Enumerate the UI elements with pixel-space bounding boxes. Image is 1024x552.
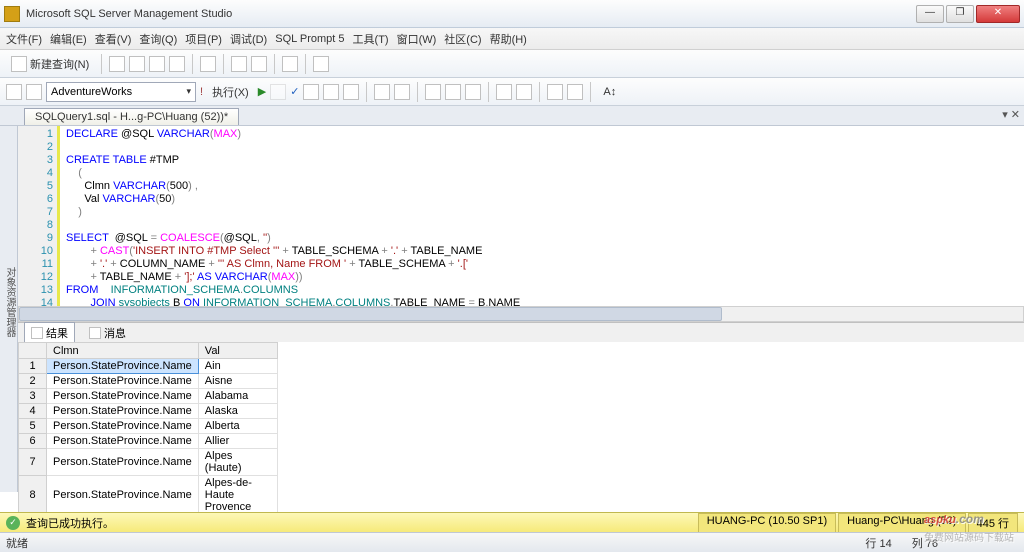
database-selector[interactable]: AdventureWorks [46, 82, 196, 102]
tab-dropdown-icon[interactable]: ▾ [1002, 108, 1008, 121]
results-tabs: 结果 消息 [18, 322, 1024, 342]
case-icon[interactable]: A↕ [598, 83, 621, 101]
indent-icon[interactable] [496, 84, 512, 100]
tab-close-icon[interactable]: ✕ [1011, 108, 1020, 121]
menu-item[interactable]: 查看(V) [95, 31, 132, 47]
grid-icon [31, 327, 43, 339]
editor-hscrollbar[interactable] [18, 306, 1024, 322]
save-all-icon[interactable] [251, 56, 267, 72]
menu-item[interactable]: 工具(T) [353, 31, 389, 47]
column-header[interactable]: Val [198, 343, 277, 359]
line-gutter: 12345678910111213141516 [18, 126, 60, 306]
maximize-button[interactable]: ❐ [946, 5, 974, 23]
ide-status-bar: 就绪 行 14 列 76 [0, 532, 1024, 552]
line-indicator: 行 14 [865, 535, 891, 551]
close-button[interactable]: ✕ [976, 5, 1020, 23]
messages-icon [89, 327, 101, 339]
open-icon[interactable] [200, 56, 216, 72]
toolbar-icon[interactable] [6, 84, 22, 100]
toolbar-icon[interactable] [303, 84, 319, 100]
results-grid-icon[interactable] [425, 84, 441, 100]
object-explorer-collapsed[interactable]: 对象资源管理器 [0, 106, 18, 492]
query-status-bar: ✓ 查询已成功执行。 HUANG-PC (10.50 SP1) Huang-PC… [0, 512, 1024, 532]
titlebar: Microsoft SQL Server Management Studio —… [0, 0, 1024, 28]
run-icon[interactable]: ▶ [258, 85, 266, 98]
results-file-icon[interactable] [465, 84, 481, 100]
toolbar-icon[interactable] [343, 84, 359, 100]
menu-item[interactable]: 窗口(W) [397, 31, 437, 47]
document-tabs: SQLQuery1.sql - H...g-PC\Huang (52))* ▾✕ [0, 106, 1024, 126]
table-row[interactable]: 8Person.StateProvince.NameAlpes-de-Haute… [19, 476, 278, 513]
table-row[interactable]: 4Person.StateProvince.NameAlaska [19, 404, 278, 419]
results-grid[interactable]: ClmnVal1Person.StateProvince.NameAin2Per… [18, 342, 1024, 512]
table-row[interactable]: 6Person.StateProvince.NameAllier [19, 434, 278, 449]
window-title: Microsoft SQL Server Management Studio [26, 8, 916, 20]
menubar: 文件(F) 编辑(E) 查看(V) 查询(Q) 项目(P) 调试(D) SQL Prompt… [0, 28, 1024, 50]
comment-icon[interactable] [547, 84, 563, 100]
minimize-button[interactable]: — [916, 5, 944, 23]
watermark: aspku.com 免费网站源码下载站 [924, 503, 1014, 544]
save-icon[interactable] [231, 56, 247, 72]
toolbar-icon[interactable] [323, 84, 339, 100]
toolbar-icon[interactable] [26, 84, 42, 100]
table-row[interactable]: 7Person.StateProvince.NameAlpes (Haute) [19, 449, 278, 476]
column-header[interactable]: Clmn [47, 343, 199, 359]
tab-results[interactable]: 结果 [24, 322, 75, 344]
outdent-icon[interactable] [516, 84, 532, 100]
toolbar-icon[interactable] [109, 56, 125, 72]
app-icon [4, 6, 20, 22]
menu-item[interactable]: 查询(Q) [139, 31, 177, 47]
success-icon: ✓ [6, 516, 20, 530]
status-server: HUANG-PC (10.50 SP1) [698, 513, 836, 533]
uncomment-icon[interactable] [567, 84, 583, 100]
parse-icon[interactable]: ✓ [290, 85, 299, 98]
main-toolbar: 新建查询(N) [0, 50, 1024, 78]
new-query-button[interactable]: 新建查询(N) [6, 53, 94, 75]
column-header[interactable] [19, 343, 47, 359]
menu-item[interactable]: SQL Prompt 5 [275, 33, 344, 45]
toolbar-icon[interactable] [374, 84, 390, 100]
table-row[interactable]: 1Person.StateProvince.NameAin [19, 359, 278, 374]
new-query-icon [11, 56, 27, 72]
code-editor[interactable]: 12345678910111213141516 DECLARE @SQL VAR… [18, 126, 1024, 306]
menu-item[interactable]: 项目(P) [185, 31, 222, 47]
menu-item[interactable]: 编辑(E) [50, 31, 87, 47]
toolbar-icon[interactable] [394, 84, 410, 100]
code-content[interactable]: DECLARE @SQL VARCHAR(MAX) CREATE TABLE #… [57, 126, 1024, 306]
menu-item[interactable]: 文件(F) [6, 31, 42, 47]
table-row[interactable]: 5Person.StateProvince.NameAlberta [19, 419, 278, 434]
sql-toolbar: AdventureWorks ! 执行(X) ▶ ✓ A↕ [0, 78, 1024, 106]
tab-sqlquery1[interactable]: SQLQuery1.sql - H...g-PC\Huang (52))* [24, 108, 239, 125]
toolbar-icon[interactable] [129, 56, 145, 72]
toolbar-icon[interactable] [282, 56, 298, 72]
menu-item[interactable]: 帮助(H) [490, 31, 527, 47]
results-text-icon[interactable] [445, 84, 461, 100]
toolbar-icon[interactable] [169, 56, 185, 72]
menu-item[interactable]: 调试(D) [230, 31, 267, 47]
status-message: 查询已成功执行。 [26, 515, 114, 531]
table-row[interactable]: 2Person.StateProvince.NameAisne [19, 374, 278, 389]
ready-label: 就绪 [6, 535, 28, 551]
execute-button[interactable]: 执行(X) [207, 81, 254, 103]
table-row[interactable]: 3Person.StateProvince.NameAlabama [19, 389, 278, 404]
menu-item[interactable]: 社区(C) [444, 31, 481, 47]
toolbar-icon[interactable] [149, 56, 165, 72]
stop-icon [270, 84, 286, 100]
toolbar-icon[interactable] [313, 56, 329, 72]
tab-messages[interactable]: 消息 [83, 323, 132, 343]
